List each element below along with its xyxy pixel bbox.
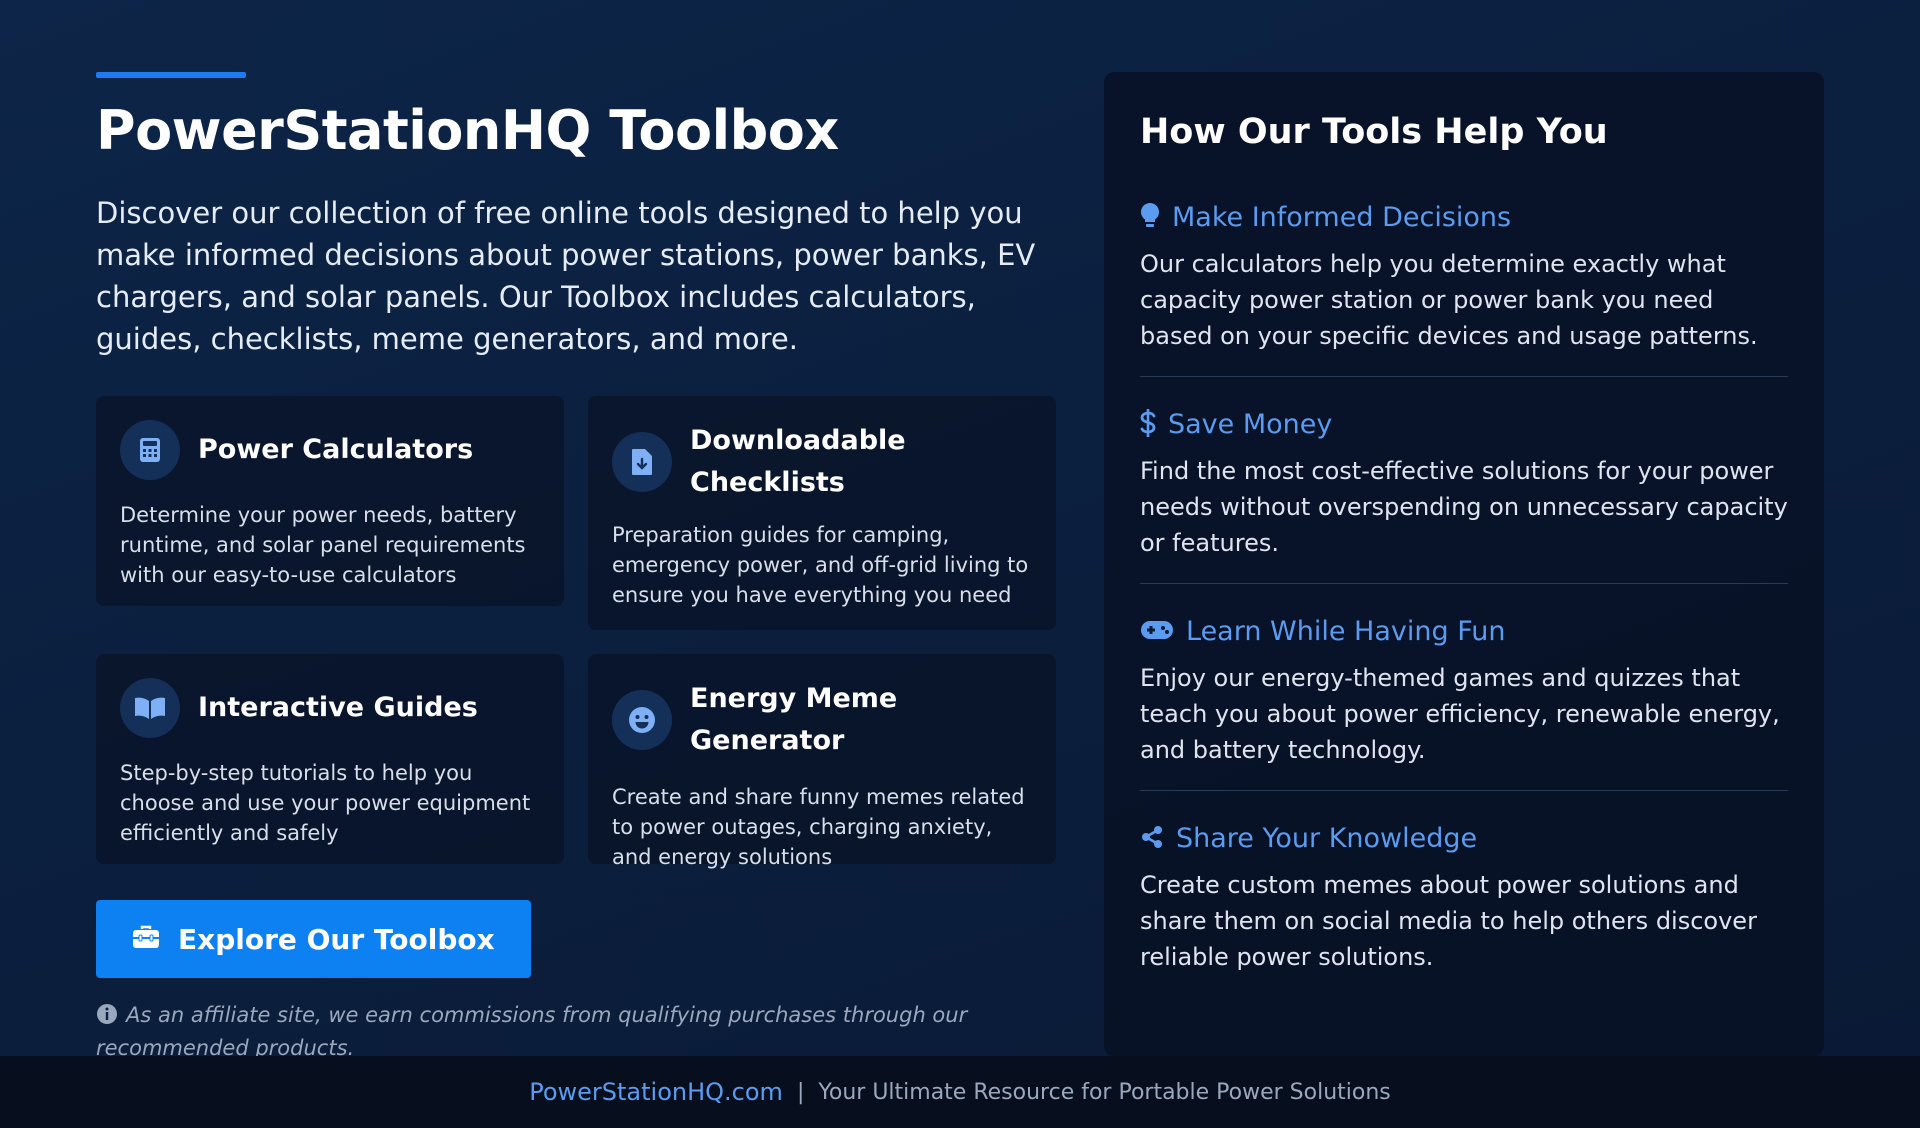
benefit-title: Make Informed Decisions [1172, 202, 1512, 233]
benefit-description: Our calculators help you determine exact… [1140, 250, 1758, 350]
benefit-description: Find the most cost-effective solutions f… [1140, 457, 1788, 557]
tool-card-downloadable-checklists[interactable]: Downloadable Checklists Preparation guid… [588, 396, 1056, 631]
card-description: Determine your power needs, battery runt… [120, 503, 526, 588]
card-description: Create and share funny memes related to … [612, 785, 1025, 870]
affiliate-disclaimer: As an affiliate site, we earn commission… [96, 1000, 996, 1063]
book-open-icon [120, 678, 180, 739]
card-title: Downloadable Checklists [690, 425, 906, 499]
card-description: Preparation guides for camping, emergenc… [612, 523, 1029, 608]
footer: PowerStationHQ.com | Your Ultimate Resou… [0, 1056, 1920, 1128]
gamepad-icon [1140, 619, 1174, 645]
card-title: Power Calculators [198, 434, 474, 466]
benefits-title: How Our Tools Help You [1140, 112, 1608, 152]
benefit-title: Share Your Knowledge [1176, 823, 1478, 854]
benefit-item: Make Informed Decisions Our calculators … [1140, 156, 1788, 377]
share-icon [1140, 825, 1164, 853]
benefit-description: Create custom memes about power solution… [1140, 871, 1757, 971]
card-title: Energy Meme Generator [690, 683, 898, 757]
tool-card-energy-meme-generator[interactable]: Energy Meme Generator Create and share f… [588, 654, 1056, 869]
info-icon [96, 1003, 118, 1033]
footer-tagline: Your Ultimate Resource for Portable Powe… [818, 1079, 1391, 1105]
explore-toolbox-button[interactable]: Explore Our Toolbox [96, 900, 531, 979]
benefit-title: Learn While Having Fun [1186, 616, 1506, 647]
benefit-item: Save Money Find the most cost-effective … [1140, 377, 1788, 584]
footer-brand-link[interactable]: PowerStationHQ.com [529, 1078, 783, 1106]
smile-icon [612, 690, 672, 751]
card-title: Interactive Guides [198, 692, 478, 724]
file-download-icon [612, 432, 672, 493]
disclaimer-text: As an affiliate site, we earn commission… [96, 1003, 968, 1061]
benefit-title: Save Money [1168, 409, 1333, 440]
toolbox-icon [132, 923, 160, 956]
benefit-description: Enjoy our energy-themed games and quizze… [1140, 664, 1780, 764]
tool-card-interactive-guides[interactable]: Interactive Guides Step-by-step tutorial… [96, 654, 564, 865]
benefit-item: Learn While Having Fun Enjoy our energy-… [1140, 584, 1788, 791]
explore-toolbox-label: Explore Our Toolbox [178, 922, 495, 956]
lightbulb-icon [1140, 202, 1160, 234]
hero-section: PowerStationHQ Toolbox Discover our coll… [96, 72, 1056, 1063]
accent-bar [96, 72, 246, 78]
card-description: Step-by-step tutorials to help you choos… [120, 761, 531, 846]
dollar-icon [1140, 408, 1156, 442]
page-title: PowerStationHQ Toolbox [96, 99, 839, 162]
tool-card-power-calculators[interactable]: Power Calculators Determine your power n… [96, 396, 564, 607]
benefits-panel: How Our Tools Help You Make Informed Dec… [1104, 72, 1824, 1056]
tool-cards: Power Calculators Determine your power n… [96, 396, 1056, 869]
intro-text: Discover our collection of free online t… [96, 196, 1036, 357]
footer-separator: | [796, 1079, 805, 1105]
calculator-icon [120, 420, 180, 481]
benefit-item: Share Your Knowledge Create custom memes… [1140, 791, 1788, 997]
